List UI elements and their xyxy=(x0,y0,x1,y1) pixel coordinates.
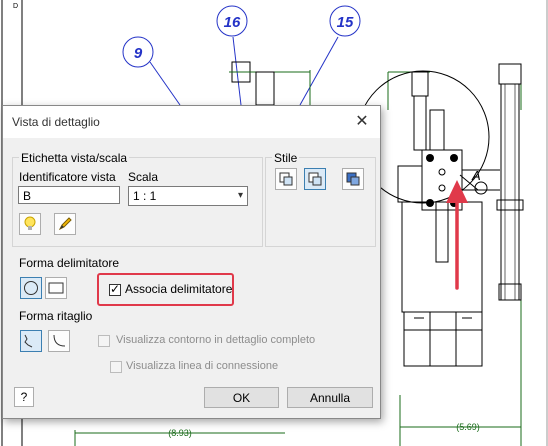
style-hidden-lines-button[interactable] xyxy=(275,168,297,190)
balloon-15[interactable]: 15 xyxy=(299,5,361,106)
dimension-8-93: (8.93) xyxy=(168,428,192,438)
fence-shape-rectangle-button[interactable] xyxy=(45,277,67,299)
detail-view-label: A xyxy=(471,168,481,183)
red-annotation-arrow xyxy=(446,180,468,290)
full-detail-boundary-checkbox[interactable] xyxy=(98,335,110,347)
connection-line-checkbox[interactable] xyxy=(110,361,122,373)
cutout-smooth-button[interactable] xyxy=(20,330,42,352)
label-scale-group-title: Etichetta vista/scala xyxy=(19,151,130,165)
scale-select-value: 1 : 1 xyxy=(133,189,157,203)
scale-label: Scala xyxy=(128,170,159,184)
detail-view-dialog: Vista di dettaglio ✕ Etichetta vista/sca… xyxy=(2,105,381,419)
balloon-16-label: 16 xyxy=(224,14,241,31)
help-button[interactable]: ? xyxy=(14,387,34,407)
sheet-zone-label: D xyxy=(13,3,18,10)
connection-line-label: Visualizza linea di connessione xyxy=(126,360,279,372)
scale-select[interactable]: 1 : 1 ▾ xyxy=(128,186,248,206)
style-hidden-lines-removed-button[interactable] xyxy=(304,168,326,190)
dimension-5-69: (5.69) xyxy=(456,422,480,432)
shaded-style-icon xyxy=(346,172,360,186)
lightbulb-icon xyxy=(24,216,36,230)
dialog-title-bar[interactable]: Vista di dettaglio ✕ xyxy=(3,106,380,138)
dialog-title: Vista di dettaglio xyxy=(12,115,100,129)
close-icon: ✕ xyxy=(355,113,369,130)
balloon-16[interactable]: 16 xyxy=(216,5,248,106)
fence-shape-label: Forma delimitatore xyxy=(19,256,120,270)
smooth-cutout-icon xyxy=(53,334,66,347)
close-button[interactable]: ✕ xyxy=(352,112,372,132)
toggle-label-visibility-button[interactable] xyxy=(19,213,41,235)
balloon-9-label: 9 xyxy=(134,45,143,62)
ok-button[interactable]: OK xyxy=(204,387,279,408)
view-identifier-input[interactable]: B xyxy=(18,186,120,204)
hidden-lines-style-icon xyxy=(279,172,293,186)
fence-shape-circle-button[interactable] xyxy=(20,277,42,299)
help-icon: ? xyxy=(20,390,28,404)
cutout-shape-label: Forma ritaglio xyxy=(19,309,93,323)
style-shaded-button[interactable] xyxy=(342,168,364,190)
chevron-down-icon: ▾ xyxy=(237,190,243,201)
view-identifier-label: Identificatore vista xyxy=(19,170,116,184)
rectangle-shape-icon xyxy=(48,282,64,294)
edit-view-label-button[interactable] xyxy=(54,213,76,235)
balloon-15-label: 15 xyxy=(337,14,354,31)
cancel-button[interactable]: Annulla xyxy=(287,387,373,408)
jagged-cutout-icon xyxy=(24,334,33,348)
balloon-9[interactable]: 9 xyxy=(122,36,181,106)
pencil-icon xyxy=(58,217,72,231)
style-group-title: Stile xyxy=(272,151,300,165)
hidden-lines-removed-style-icon xyxy=(308,172,322,186)
full-detail-boundary-label: Visualizza contorno in dettaglio complet… xyxy=(116,334,316,346)
cutout-jagged-button[interactable] xyxy=(48,330,70,352)
red-highlight-box xyxy=(97,273,234,306)
circle-shape-icon xyxy=(24,281,38,295)
